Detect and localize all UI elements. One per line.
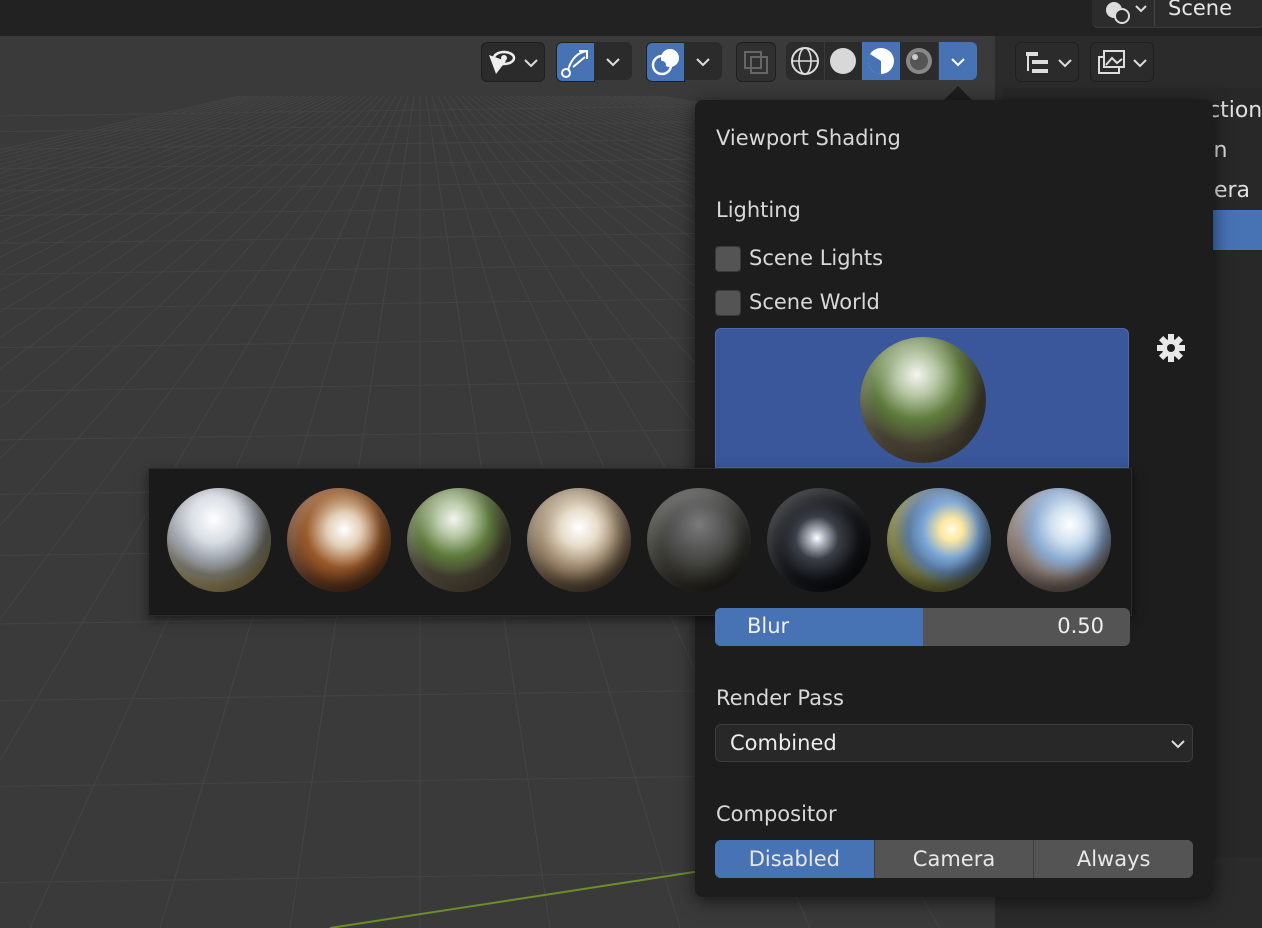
blur-value: 0.50	[1057, 614, 1104, 638]
compositor-disabled-button[interactable]: Disabled	[715, 840, 875, 878]
xray-icon	[744, 51, 768, 74]
scene-type-dropdown[interactable]	[1092, 0, 1155, 26]
popover-title: Viewport Shading	[716, 126, 901, 150]
solid-shading-button[interactable]	[825, 42, 862, 80]
overlays-toggle[interactable]	[646, 42, 685, 82]
hdri-option[interactable]	[167, 488, 271, 592]
overlays-dropdown[interactable]	[684, 42, 722, 80]
render-pass-value: Combined	[730, 731, 837, 755]
wireframe-shading-button[interactable]	[786, 42, 824, 80]
scene-world-label[interactable]: Scene World	[749, 290, 880, 314]
chevron-down-icon	[606, 58, 620, 67]
solid-icon	[830, 48, 856, 74]
gear-icon[interactable]	[1155, 332, 1187, 364]
popover-arrow	[944, 86, 972, 100]
hdri-option[interactable]	[767, 488, 871, 592]
render-pass-select[interactable]: Combined	[715, 724, 1193, 762]
rendered-icon	[906, 48, 932, 74]
gizmo-icon	[561, 50, 588, 78]
top-bar	[0, 0, 1262, 36]
overlays-icon	[651, 49, 679, 76]
hdri-option[interactable]	[407, 488, 511, 592]
visibility-toggle[interactable]	[481, 42, 545, 82]
compositor-camera-button[interactable]: Camera	[874, 840, 1035, 878]
hdri-picker-grid	[148, 468, 1132, 616]
material-preview-icon	[867, 48, 894, 75]
chevron-down-icon	[696, 58, 710, 67]
hdri-option[interactable]	[287, 488, 391, 592]
gizmo-toggle[interactable]	[556, 42, 595, 82]
outliner-filter[interactable]	[1090, 42, 1154, 82]
chevron-down-icon	[951, 58, 965, 67]
gizmo-dropdown[interactable]	[594, 42, 632, 80]
scene-name[interactable]: Scene	[1168, 0, 1232, 20]
hdri-option[interactable]	[527, 488, 631, 592]
outliner-row-label: ction	[1208, 98, 1262, 123]
outliner-icon	[1026, 52, 1072, 73]
shading-options-dropdown[interactable]	[939, 42, 977, 80]
hdri-preview[interactable]	[715, 328, 1129, 468]
scene-lights-label[interactable]: Scene Lights	[749, 246, 883, 270]
compositor-always-button[interactable]: Always	[1034, 840, 1193, 878]
visibility-icon	[489, 50, 538, 74]
hdri-option[interactable]	[887, 488, 991, 592]
scene-icon	[1106, 2, 1147, 24]
compositor-heading: Compositor	[716, 802, 837, 826]
compositor-segmented-control: Disabled Camera Always	[715, 840, 1193, 878]
lighting-heading: Lighting	[716, 198, 801, 222]
hdri-option[interactable]	[1007, 488, 1111, 592]
material-preview-shading-button[interactable]	[862, 42, 900, 80]
scene-lights-checkbox[interactable]	[715, 246, 741, 272]
selected-hdri-sphere	[860, 337, 986, 463]
wireframe-icon	[791, 47, 819, 75]
render-pass-heading: Render Pass	[716, 686, 844, 710]
rendered-shading-button[interactable]	[900, 42, 938, 80]
outliner-display-mode[interactable]	[1015, 42, 1079, 82]
xray-toggle[interactable]	[736, 42, 776, 82]
images-icon	[1098, 50, 1147, 74]
blur-slider[interactable]: Blur 0.50	[715, 608, 1130, 646]
hdri-option[interactable]	[647, 488, 751, 592]
blur-label: Blur	[747, 614, 790, 638]
scene-world-checkbox[interactable]	[715, 290, 741, 316]
chevron-down-icon	[1171, 740, 1185, 749]
